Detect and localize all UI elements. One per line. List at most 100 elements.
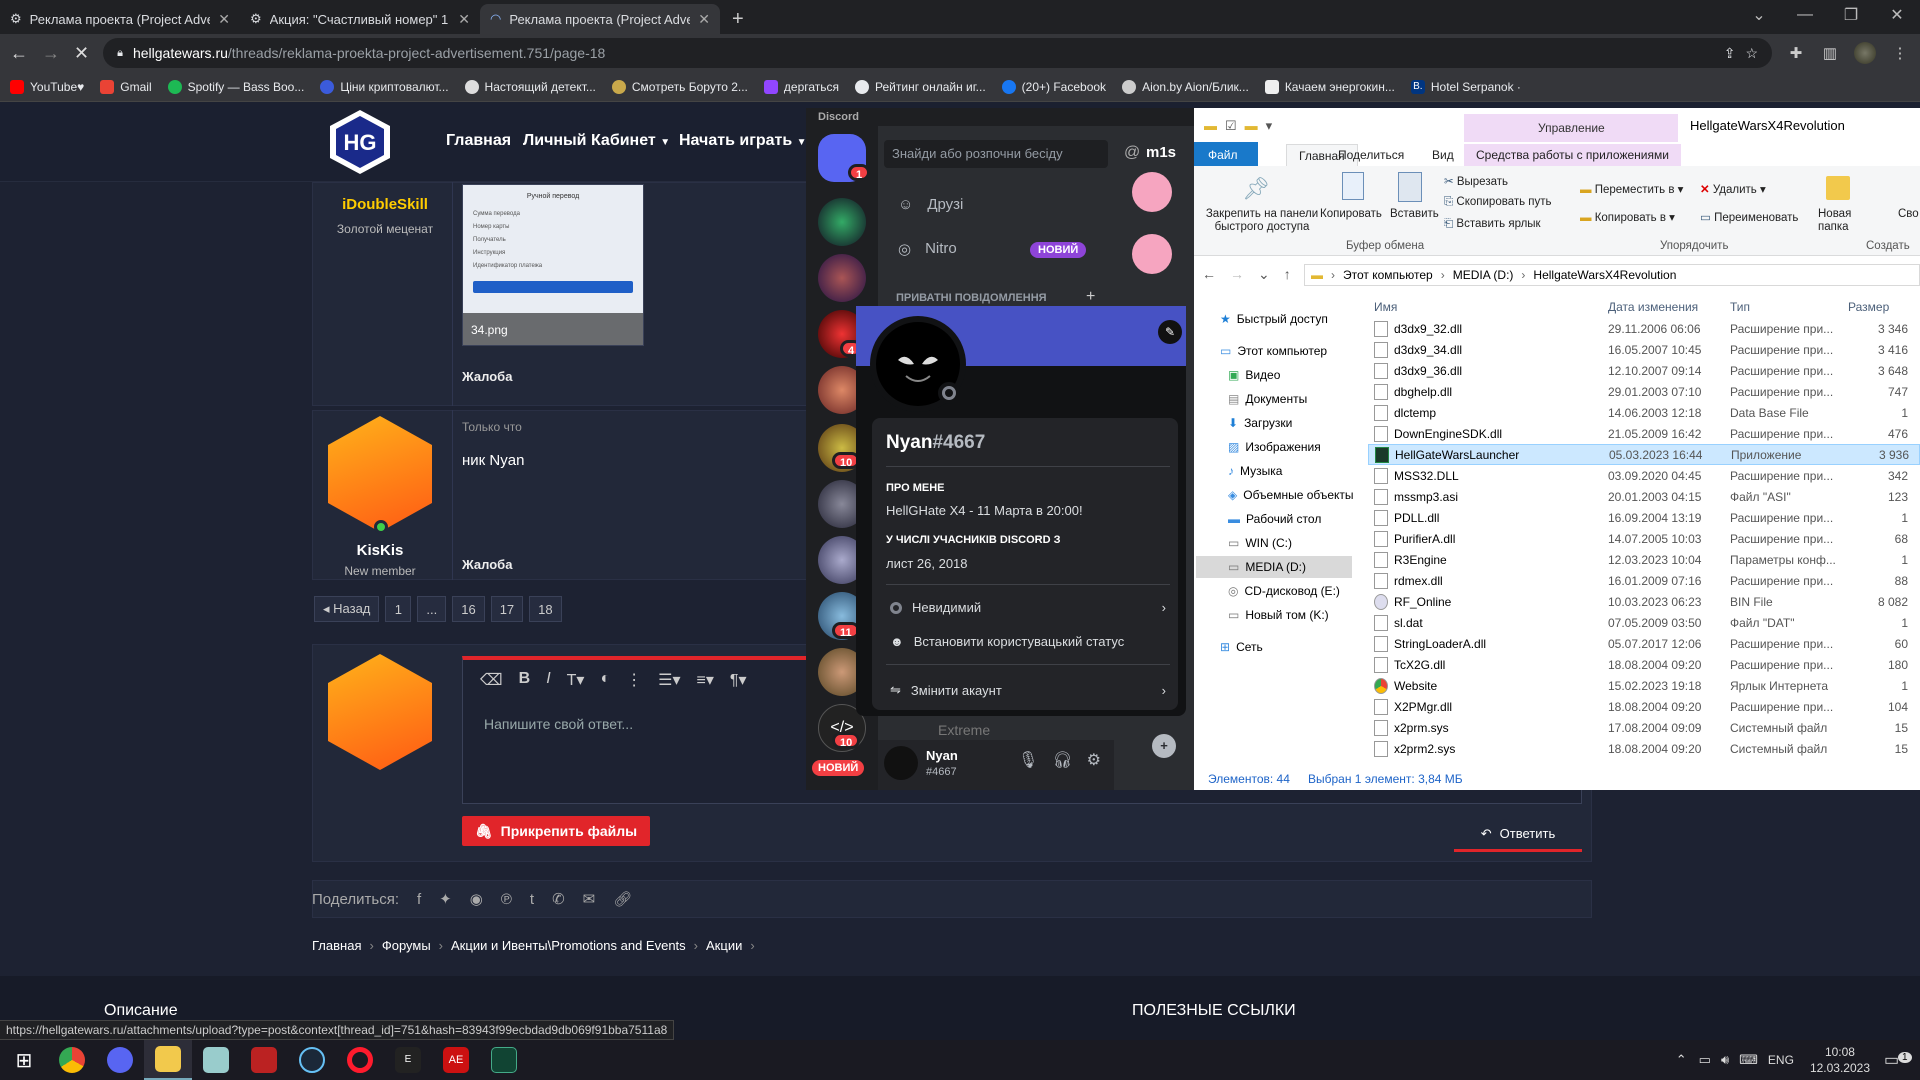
- search-input[interactable]: Знайди або розпочни бесіду: [884, 140, 1108, 168]
- page-ellipsis[interactable]: ...: [417, 596, 447, 622]
- align-icon[interactable]: ≡▾: [697, 670, 714, 690]
- copy-path-button[interactable]: ⎘ Скопировать путь: [1444, 196, 1552, 209]
- file-row[interactable]: PurifierA.dll 14.07.2005 10:03 Расширение …: [1368, 528, 1920, 549]
- microphone-icon[interactable]: 🎙︎: [1018, 750, 1038, 770]
- bookmark-rating[interactable]: Рейтинг онлайн иг...: [855, 79, 986, 94]
- taskbar-epic[interactable]: E: [384, 1040, 432, 1080]
- list-icon[interactable]: ☰▾: [658, 670, 680, 690]
- nav-cabinet[interactable]: Личный Кабинет ▼: [523, 132, 670, 150]
- start-button[interactable]: ⊞: [0, 1040, 48, 1080]
- reply-submit-button[interactable]: ↶ Ответить: [1454, 818, 1582, 852]
- edit-pencil-icon[interactable]: ✎: [1158, 320, 1182, 344]
- path-segment[interactable]: HellgateWarsX4Revolution: [1533, 268, 1676, 282]
- tree-images[interactable]: ▨ Изображения: [1228, 440, 1321, 454]
- minimize-icon[interactable]: —: [1782, 0, 1828, 30]
- reddit-icon[interactable]: ◉: [470, 890, 483, 908]
- eraser-icon[interactable]: ⌫: [480, 670, 503, 690]
- headphones-icon[interactable]: 🎧︎: [1052, 750, 1072, 770]
- manage-tab[interactable]: Управление: [1538, 121, 1605, 135]
- taskbar-dota[interactable]: [240, 1040, 288, 1080]
- file-row[interactable]: d3dx9_34.dll 16.05.2007 10:45 Расширение п…: [1368, 339, 1920, 360]
- tab-search-icon[interactable]: ⌄: [1736, 0, 1782, 30]
- profile-avatar[interactable]: [1854, 42, 1876, 64]
- status-invisible-item[interactable]: Невидимий ›: [890, 600, 1166, 615]
- file-row[interactable]: PDLL.dll 16.09.2004 13:19 Расширение при..…: [1368, 507, 1920, 528]
- twitter-icon[interactable]: ✦: [439, 890, 452, 908]
- bookmark-aion[interactable]: Aion.by Aion/Блик...: [1122, 79, 1249, 94]
- more-icon[interactable]: ⋮: [626, 670, 642, 690]
- file-row[interactable]: dlctemp 14.06.2003 12:18 Data Base File 1: [1368, 402, 1920, 423]
- rename-button[interactable]: ▭ Переименовать: [1700, 210, 1798, 224]
- clock[interactable]: 10:08 12.03.2023: [1810, 1044, 1870, 1076]
- checkbox-icon[interactable]: ☑: [1225, 118, 1237, 134]
- tree-drive-d[interactable]: ▭ MEDIA (D:): [1228, 560, 1306, 574]
- bookmark-gmail[interactable]: Gmail: [100, 79, 152, 94]
- forward-arrow-icon[interactable]: →: [1230, 266, 1244, 283]
- notifications-button[interactable]: ▭ 1: [1884, 1050, 1920, 1070]
- tree-desktop[interactable]: ▬ Рабочий стол: [1228, 512, 1321, 526]
- post-username[interactable]: KisKis: [320, 542, 440, 559]
- page-button[interactable]: 16: [452, 596, 485, 622]
- file-row[interactable]: MSS32.DLL 03.09.2020 04:45 Расширение при.…: [1368, 465, 1920, 486]
- extensions-icon[interactable]: ✚: [1786, 43, 1806, 63]
- column-size[interactable]: Размер: [1848, 300, 1908, 314]
- tree-downloads[interactable]: ⬇ Загрузки: [1228, 416, 1292, 430]
- file-row[interactable]: DownEngineSDK.dll 21.05.2009 16:42 Расшире…: [1368, 423, 1920, 444]
- post-time[interactable]: Только что: [462, 420, 522, 434]
- bookmark-energy[interactable]: Качаем энергокин...: [1264, 79, 1395, 94]
- file-row[interactable]: Website 15.02.2023 19:18 Ярлык Интернета 1: [1368, 675, 1920, 696]
- paragraph-icon[interactable]: ¶▾: [730, 670, 747, 690]
- bookmark-youtube[interactable]: YouTube♥: [10, 79, 84, 94]
- bookmark-crypto[interactable]: Ціни криптовалют...: [320, 79, 449, 94]
- ribbon-tab-app-tools[interactable]: Средства работы с приложениями: [1464, 144, 1681, 166]
- tree-quick-access[interactable]: ★ Быстрый доступ: [1220, 312, 1328, 326]
- avatar[interactable]: [1132, 234, 1172, 274]
- page-button[interactable]: 1: [385, 596, 412, 622]
- column-name[interactable]: Имя: [1368, 300, 1608, 314]
- restore-icon[interactable]: ❐: [1828, 0, 1874, 30]
- url-bar[interactable]: 🔒︎ hellgatewars.ru/threads/reklama-proek…: [103, 38, 1772, 68]
- attachment-thumbnail[interactable]: Ручной перевод Сумма перевода Номер карт…: [462, 184, 644, 346]
- site-logo[interactable]: HG: [328, 108, 392, 176]
- file-row[interactable]: RF_Online 10.03.2023 06:23 BIN File 8 082: [1368, 591, 1920, 612]
- volume-icon[interactable]: 🔊︎: [1721, 1052, 1729, 1068]
- column-date[interactable]: Дата изменения: [1608, 300, 1730, 314]
- tree-3d-objects[interactable]: ◈ Объемные объекты: [1228, 488, 1354, 502]
- breadcrumb-item[interactable]: Форумы: [382, 938, 431, 953]
- bold-icon[interactable]: B: [519, 670, 531, 690]
- tree-this-pc[interactable]: ▭ Этот компьютер: [1220, 344, 1327, 358]
- nav-play[interactable]: Начать играть ▼: [679, 132, 807, 150]
- path-segment[interactable]: Этот компьютер: [1343, 268, 1433, 282]
- folder-icon[interactable]: ▬: [1245, 118, 1258, 134]
- pinterest-icon[interactable]: ℗: [501, 891, 512, 908]
- report-link[interactable]: Жалоба: [462, 369, 512, 384]
- bookmark-spotify[interactable]: Spotify — Bass Boo...: [167, 79, 304, 94]
- file-row[interactable]: StringLoaderA.dll 05.07.2017 12:06 Расшире…: [1368, 633, 1920, 654]
- file-row[interactable]: TcX2G.dll 18.08.2004 09:20 Расширение при.…: [1368, 654, 1920, 675]
- bookmark-twitch[interactable]: дергаться: [763, 79, 839, 94]
- file-row[interactable]: d3dx9_36.dll 12.10.2007 09:14 Расширение п…: [1368, 360, 1920, 381]
- stop-icon[interactable]: ✕: [74, 43, 89, 64]
- tree-documents[interactable]: ▤ Документы: [1228, 392, 1307, 406]
- browser-tab-3[interactable]: ◠ Реклама проекта (Project Adver ✕: [480, 4, 720, 34]
- tree-network[interactable]: ⊞ Сеть: [1220, 640, 1263, 654]
- copy-icon[interactable]: [1342, 172, 1364, 200]
- avatar[interactable]: [1132, 172, 1172, 212]
- taskbar-discord[interactable]: [96, 1040, 144, 1080]
- ribbon-tab-view[interactable]: Вид: [1420, 144, 1466, 166]
- file-row[interactable]: rdmex.dll 16.01.2009 07:16 Расширение при.…: [1368, 570, 1920, 591]
- server-icon[interactable]: [818, 198, 866, 246]
- taskbar-ae[interactable]: AE: [432, 1040, 480, 1080]
- cut-button[interactable]: ✂ Вырезать: [1444, 174, 1508, 188]
- file-row[interactable]: R3Engine 12.03.2023 10:04 Параметры конф..…: [1368, 549, 1920, 570]
- back-icon[interactable]: ←: [10, 43, 28, 64]
- new-folder-icon[interactable]: [1826, 176, 1850, 200]
- file-row[interactable]: d3dx9_32.dll 29.11.2006 06:06 Расширение п…: [1368, 318, 1920, 339]
- file-row[interactable]: mssmp3.asi 20.01.2003 04:15 Файл "ASI" 123: [1368, 486, 1920, 507]
- close-window-icon[interactable]: ✕: [1874, 0, 1920, 30]
- pin-quick-access-button[interactable]: Закрепить на панели быстрого доступа: [1204, 208, 1320, 234]
- settings-gear-icon[interactable]: ⚙: [1087, 750, 1101, 770]
- set-custom-status-item[interactable]: ☻ Встановити користувацький статус: [890, 634, 1166, 649]
- delete-button[interactable]: ✕ Удалить ▾: [1700, 182, 1766, 196]
- ribbon-tab-file[interactable]: Файл: [1196, 144, 1250, 166]
